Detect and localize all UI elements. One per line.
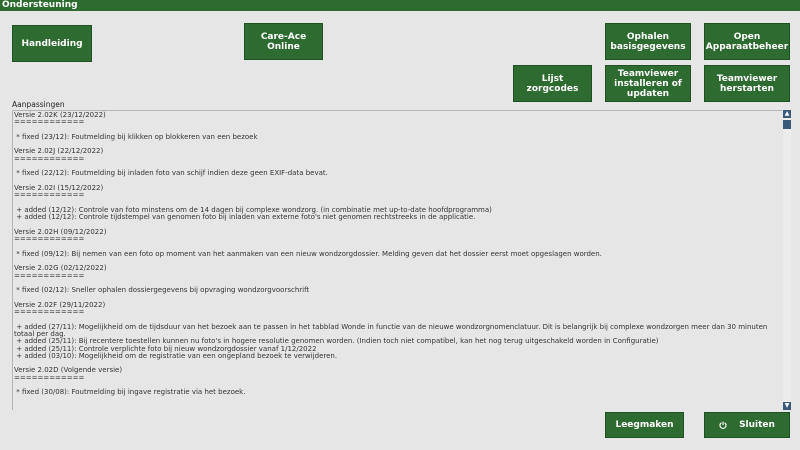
sluiten-label: Sluiten [739, 420, 775, 430]
ophalen-basisgegevens-button[interactable]: Ophalen basisgegevens [605, 23, 691, 60]
open-apparaatbeheer-button[interactable]: Open Apparaatbeheer [704, 23, 790, 60]
teamviewer-install-button[interactable]: Teamviewer installeren of updaten [605, 65, 691, 102]
leegmaken-button[interactable]: Leegmaken [605, 412, 684, 438]
changelog-scrollbar[interactable]: ▲ ▼ [783, 110, 791, 410]
teamviewer-restart-button[interactable]: Teamviewer herstarten [704, 65, 790, 102]
sluiten-button[interactable]: Sluiten [704, 412, 790, 438]
scroll-thumb[interactable] [783, 120, 791, 129]
power-icon [719, 421, 727, 429]
window-title: Ondersteuning [0, 0, 800, 11]
arrow-down-icon[interactable]: ▼ [783, 402, 791, 410]
aanpassingen-label: Aanpassingen [12, 100, 65, 109]
handleiding-button[interactable]: Handleiding [12, 25, 92, 62]
lijst-zorgcodes-button[interactable]: Lijst zorgcodes [513, 65, 592, 102]
changelog-text: Versie 2.02K (23/12/2022) ============ *… [14, 111, 768, 397]
changelog-textarea[interactable]: Versie 2.02K (23/12/2022) ============ *… [12, 110, 782, 410]
arrow-up-icon[interactable]: ▲ [783, 110, 791, 118]
care-ace-online-button[interactable]: Care-Ace Online [244, 23, 323, 60]
